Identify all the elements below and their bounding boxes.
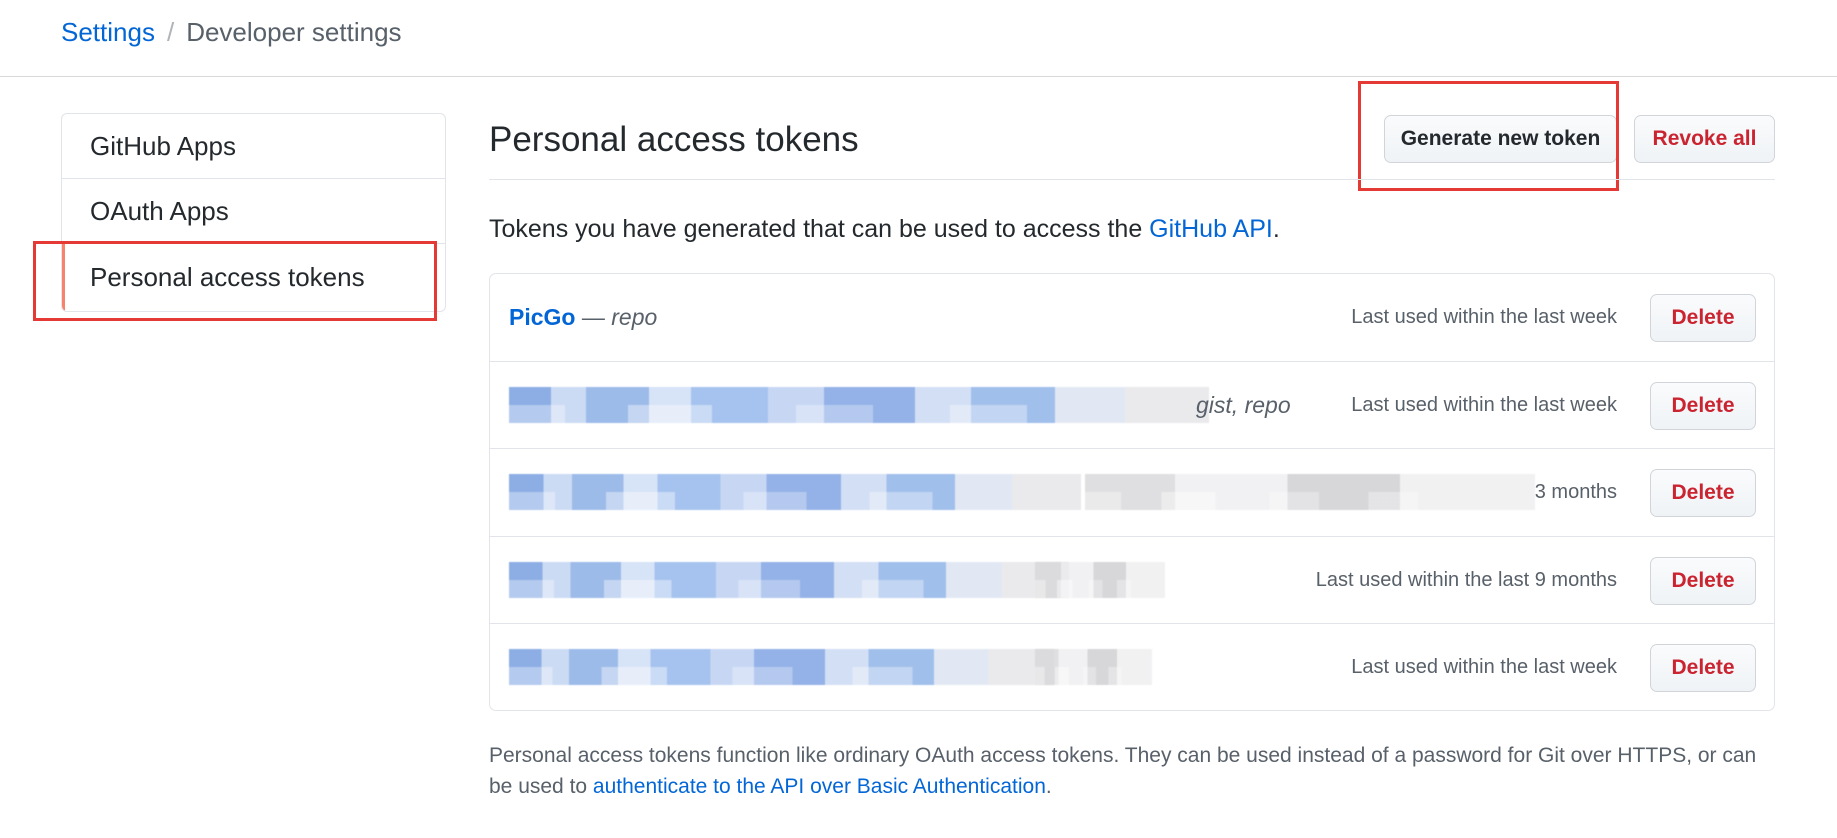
token-row: PicGo — repo Last used within the last w… (490, 274, 1774, 362)
intro-text: Tokens you have generated that can be us… (489, 212, 1280, 246)
token-list: PicGo — repo Last used within the last w… (489, 273, 1775, 711)
revoke-all-button[interactable]: Revoke all (1634, 115, 1775, 163)
breadcrumb-separator: / (166, 17, 175, 47)
delete-token-button[interactable]: Delete (1650, 556, 1756, 605)
title-divider (489, 179, 1775, 180)
breadcrumb-settings-link[interactable]: Settings (61, 17, 155, 47)
redacted-token-name (509, 649, 1054, 685)
redacted-token-name (509, 474, 1081, 510)
github-api-link[interactable]: GitHub API (1149, 215, 1273, 243)
basic-auth-docs-link[interactable]: authenticate to the API over Basic Authe… (593, 775, 1046, 798)
redacted-token-name (509, 561, 1069, 598)
redacted-token-details (1035, 649, 1152, 685)
token-scopes: gist, repo (1196, 391, 1291, 418)
redacted-token-name (509, 386, 1209, 423)
page-header: Settings / Developer settings (0, 0, 1837, 77)
token-last-used: Last used within the last week (1351, 393, 1617, 416)
sidebar-item-personal-access-tokens[interactable]: Personal access tokens (62, 244, 445, 311)
token-last-used: Last used within the last week (1351, 306, 1617, 328)
intro-text-suffix: . (1272, 215, 1280, 243)
breadcrumb-current: Developer settings (186, 17, 402, 47)
token-row: gist, repo Last used within the last wee… (490, 362, 1774, 449)
token-last-used: 3 months (1534, 481, 1617, 503)
footnote-suffix: . (1045, 775, 1052, 798)
token-dash: — (581, 304, 605, 330)
token-name-link[interactable]: PicGo (509, 304, 575, 330)
delete-token-button[interactable]: Delete (1650, 469, 1756, 517)
redacted-token-details (1035, 561, 1165, 598)
token-last-used: Last used within the last week (1351, 656, 1617, 678)
intro-text-prefix: Tokens you have generated that can be us… (489, 215, 1150, 243)
token-last-used: Last used within the last 9 months (1315, 568, 1617, 591)
delete-token-button[interactable]: Delete (1650, 644, 1756, 692)
delete-token-button[interactable]: Delete (1650, 381, 1756, 430)
sidebar-item-oauth-apps[interactable]: OAuth Apps (62, 179, 445, 244)
redacted-token-details (1085, 474, 1535, 510)
developer-settings-sidebar: GitHub Apps OAuth Apps Personal access t… (61, 113, 446, 312)
token-description: PicGo — repo (509, 274, 657, 360)
breadcrumb: Settings / Developer settings (61, 14, 402, 50)
token-row: Last used within the last week Delete (490, 624, 1774, 710)
token-row: Last used within the last 9 months Delet… (490, 537, 1774, 624)
token-row: 3 months Delete (490, 449, 1774, 537)
generate-new-token-button[interactable]: Generate new token (1384, 115, 1617, 163)
sidebar-item-github-apps[interactable]: GitHub Apps (62, 114, 445, 179)
delete-token-button[interactable]: Delete (1650, 294, 1756, 342)
footnote-text: Personal access tokens function like ord… (489, 740, 1779, 802)
token-scopes: repo (611, 304, 658, 330)
page-title: Personal access tokens (489, 120, 859, 159)
